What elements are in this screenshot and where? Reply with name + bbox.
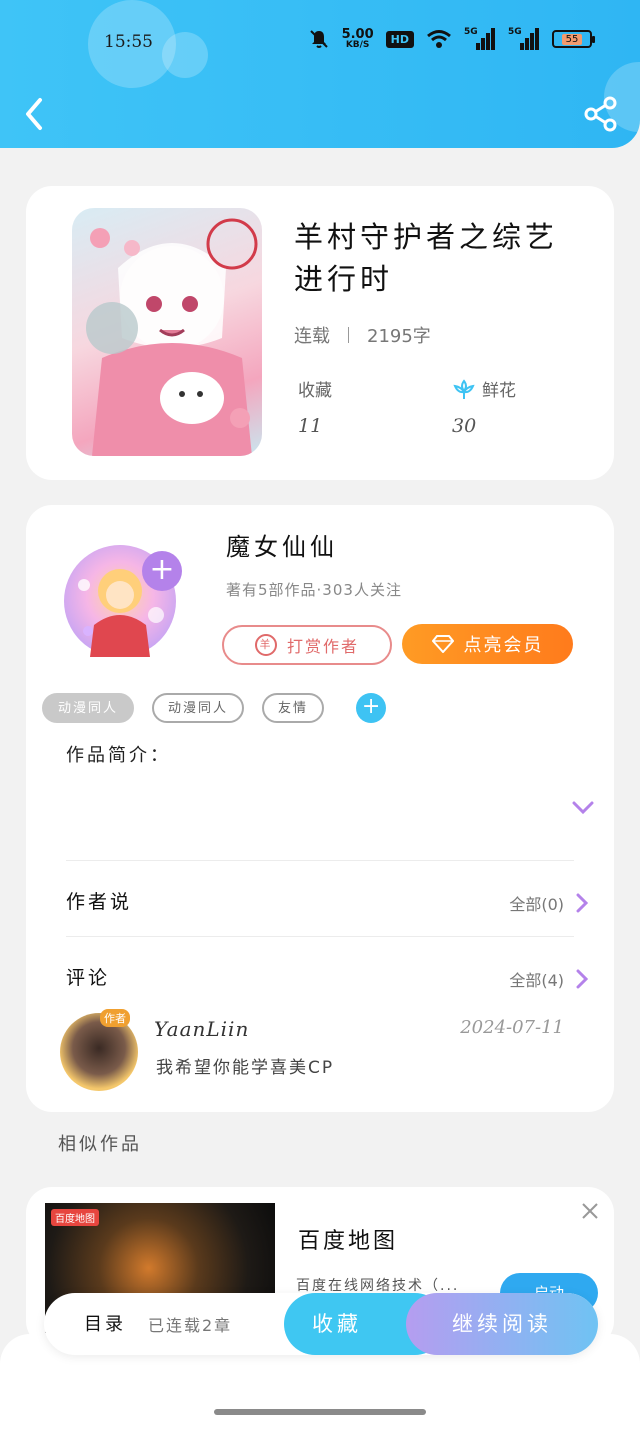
divider <box>66 936 574 937</box>
tag-item[interactable]: 动漫同人 <box>42 693 135 723</box>
signal-2-label: 5G <box>508 27 522 37</box>
battery-icon: 55 <box>552 30 595 48</box>
tag-list: 动漫同人 动漫同人 友情 + <box>42 693 387 723</box>
favorites-label: 收藏 <box>298 381 332 401</box>
flowers-label: 鲜花 <box>482 381 516 401</box>
comment-avatar[interactable]: 作者 <box>56 1009 140 1093</box>
author-says-all-link[interactable]: 全部(0) <box>509 891 588 915</box>
home-indicator[interactable] <box>214 1409 426 1415</box>
chevron-right-icon <box>576 969 588 989</box>
header: 15:55 5.00 KB/S HD 5G 5G 55 <box>0 0 640 148</box>
chevron-down-icon[interactable] <box>572 801 594 815</box>
divider <box>66 860 574 861</box>
favorites-stat: 收藏 11 <box>298 376 332 437</box>
similar-works-label: 相似作品 <box>58 1134 142 1155</box>
signal-1: 5G <box>464 27 496 50</box>
author-card: + 魔女仙仙 著有5部作品·303人关注 羊 打赏作者 点亮会员 动漫同人 动漫… <box>26 505 614 1112</box>
diamond-icon <box>431 635 454 653</box>
book-word-count: 2195字 <box>367 326 431 347</box>
status-time: 15:55 <box>104 32 153 52</box>
toc-progress[interactable]: 已连载2章 <box>148 1312 232 1336</box>
book-status: 连载 <box>294 326 330 347</box>
tag-item[interactable]: 友情 <box>262 693 325 723</box>
status-icons: 5.00 KB/S HD 5G 5G 55 <box>308 27 595 50</box>
author-says-label: 作者说 <box>66 891 133 913</box>
back-arrow-icon[interactable] <box>20 96 50 132</box>
chevron-right-icon <box>576 893 588 913</box>
book-cover[interactable] <box>72 208 262 456</box>
book-meta: 连载 2195字 <box>294 322 431 348</box>
status-bar: 15:55 5.00 KB/S HD 5G 5G 55 <box>0 20 640 64</box>
comment-date: 2024-07-11 <box>460 1017 564 1038</box>
reward-author-button[interactable]: 羊 打赏作者 <box>222 625 392 665</box>
book-title: 羊村守护者之综艺进行时 <box>294 220 559 296</box>
comments-all-label: 全部(4) <box>509 971 564 990</box>
comment-username[interactable]: YaanLiin <box>154 1017 249 1041</box>
comment-text[interactable]: 我希望你能学喜美CP <box>156 1053 334 1078</box>
vip-button[interactable]: 点亮会员 <box>402 624 573 664</box>
hd-badge: HD <box>385 30 414 48</box>
follow-plus-icon[interactable]: + <box>142 551 182 591</box>
intro-label: 作品简介： <box>66 745 171 766</box>
add-tag-plus-icon[interactable]: + <box>356 693 387 723</box>
vip-label: 点亮会员 <box>463 635 544 656</box>
flowers-stat[interactable]: 鲜花 30 <box>452 376 516 437</box>
toc-button[interactable]: 目录 <box>84 1310 126 1336</box>
ad-title: 百度地图 <box>298 1229 399 1254</box>
bottom-action-bar: 目录 已连载2章 收藏 继续阅读 <box>44 1293 598 1355</box>
flower-icon <box>453 378 475 399</box>
signal-2: 5G <box>508 27 540 50</box>
favorites-count: 11 <box>298 415 323 437</box>
reward-label: 打赏作者 <box>286 637 359 656</box>
author-name[interactable]: 魔女仙仙 <box>226 527 338 562</box>
meta-divider <box>348 327 349 343</box>
author-badge: 作者 <box>100 1009 130 1027</box>
cover-illustration <box>86 218 258 456</box>
comments-label: 评论 <box>66 967 111 989</box>
flowers-count: 30 <box>452 415 477 437</box>
net-speed-unit: KB/S <box>345 40 370 50</box>
comments-all-link[interactable]: 全部(4) <box>509 967 588 991</box>
wifi-icon <box>427 30 451 48</box>
author-meta: 著有5部作品·303人关注 <box>226 581 402 599</box>
author-says-all-label: 全部(0) <box>509 895 564 914</box>
net-speed: 5.00 KB/S <box>342 28 374 50</box>
share-icon[interactable] <box>584 96 618 132</box>
battery-level: 55 <box>561 33 583 45</box>
signal-1-label: 5G <box>464 27 478 37</box>
book-card: 羊村守护者之综艺进行时 连载 2195字 收藏 11 鲜花 30 <box>26 186 614 480</box>
coin-icon: 羊 <box>254 634 277 656</box>
ad-description: 百度在线网络技术（... <box>296 1278 460 1294</box>
continue-reading-button[interactable]: 继续阅读 <box>406 1293 598 1355</box>
close-icon[interactable] <box>580 1201 600 1221</box>
author-avatar-wrap[interactable]: + <box>56 529 186 669</box>
ad-logo: 百度地图 <box>51 1209 99 1226</box>
mute-bell-icon <box>309 30 328 48</box>
tag-item[interactable]: 动漫同人 <box>152 693 245 723</box>
